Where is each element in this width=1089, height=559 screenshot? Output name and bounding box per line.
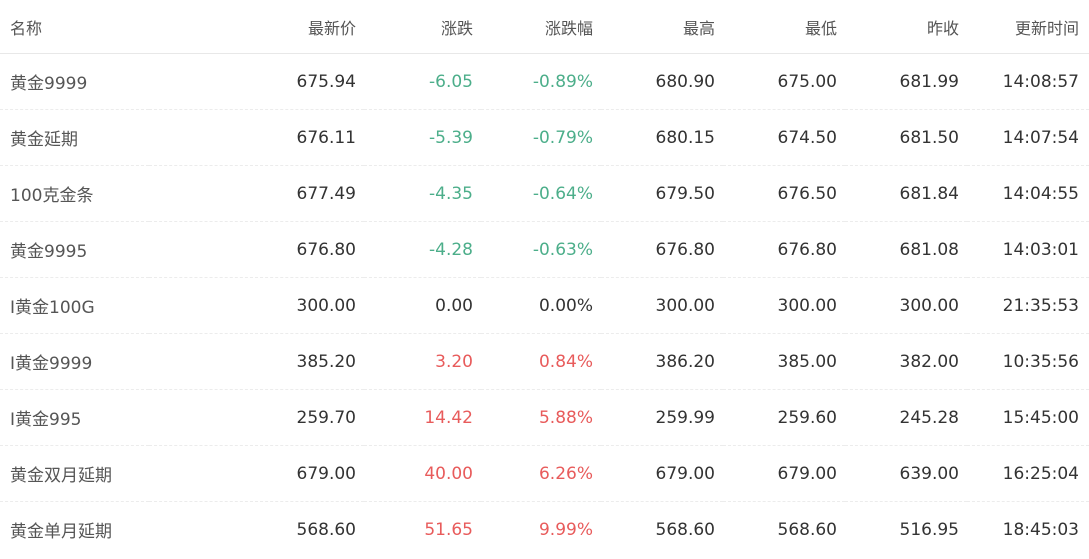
cell-change: 51.65 — [424, 519, 473, 540]
cell-change: -5.39 — [364, 109, 481, 166]
cell-change-pct: -0.79% — [481, 109, 601, 166]
column-header-latest[interactable]: 最新价 — [149, 0, 364, 54]
table-row[interactable]: 黄金单月延期 568.60 51.65 9.99% 568.60 568.60 … — [0, 502, 1089, 558]
column-header-change-pct[interactable]: 涨跌幅 — [481, 0, 601, 54]
cell-high: 259.99 — [601, 389, 723, 446]
cell-latest: 676.11 — [149, 109, 364, 166]
cell-low: 568.60 — [777, 519, 837, 540]
cell-low: 674.50 — [723, 109, 845, 166]
cell-name[interactable]: I黄金9999 — [0, 333, 149, 390]
cell-change: -4.28 — [364, 221, 481, 278]
cell-change-pct: 5.88% — [481, 389, 601, 446]
cell-name[interactable]: 100克金条 — [0, 165, 149, 222]
cell-update-time: 15:45:00 — [967, 389, 1089, 446]
cell-name[interactable]: 黄金单月延期 — [0, 502, 149, 558]
cell-high: 676.80 — [601, 221, 723, 278]
cell-update-time: 16:25:04 — [967, 445, 1089, 502]
cell-change: -4.35 — [364, 165, 481, 222]
cell-low: 676.80 — [723, 221, 845, 278]
cell-latest: 677.49 — [149, 165, 364, 222]
table-row[interactable]: I黄金100G 300.00 0.00 0.00% 300.00 300.00 … — [0, 277, 1089, 334]
cell-high: 386.20 — [601, 333, 723, 390]
cell-prev-close: 300.00 — [845, 277, 967, 334]
cell-latest: 259.70 — [149, 389, 364, 446]
cell-high: 680.90 — [601, 53, 723, 110]
cell-prev-close: 639.00 — [845, 445, 967, 502]
cell-update-time: 14:03:01 — [967, 221, 1089, 278]
column-header-high[interactable]: 最高 — [601, 0, 723, 54]
cell-latest: 300.00 — [149, 277, 364, 334]
cell-low: 385.00 — [723, 333, 845, 390]
cell-prev-close: 681.99 — [845, 53, 967, 110]
cell-change: 14.42 — [364, 389, 481, 446]
cell-update-time: 10:35:56 — [967, 333, 1089, 390]
cell-update-time: 14:08:57 — [967, 53, 1089, 110]
cell-low: 259.60 — [723, 389, 845, 446]
cell-change: 40.00 — [364, 445, 481, 502]
cell-latest: 385.20 — [149, 333, 364, 390]
cell-low: 679.00 — [723, 445, 845, 502]
cell-latest: 568.60 — [296, 519, 356, 540]
cell-name[interactable]: I黄金100G — [0, 277, 149, 334]
cell-high: 680.15 — [601, 109, 723, 166]
cell-prev-close: 245.28 — [845, 389, 967, 446]
table-header: 名称 最新价 涨跌 涨跌幅 最高 最低 昨收 更新时间 — [0, 0, 1089, 54]
cell-high: 568.60 — [655, 519, 715, 540]
column-header-change[interactable]: 涨跌 — [364, 0, 481, 54]
cell-update-time: 14:04:55 — [967, 165, 1089, 222]
cell-low: 300.00 — [723, 277, 845, 334]
cell-prev-close: 681.08 — [845, 221, 967, 278]
cell-prev-close: 516.95 — [899, 519, 959, 540]
cell-prev-close: 681.84 — [845, 165, 967, 222]
cell-change-pct: 6.26% — [481, 445, 601, 502]
cell-update-time: 21:35:53 — [967, 277, 1089, 334]
column-header-prev-close[interactable]: 昨收 — [845, 0, 967, 54]
column-header-update-time[interactable]: 更新时间 — [967, 0, 1089, 54]
table-body: 黄金9999 675.94 -6.05 -0.89% 680.90 675.00… — [0, 53, 1089, 558]
cell-prev-close: 681.50 — [845, 109, 967, 166]
cell-prev-close: 382.00 — [845, 333, 967, 390]
cell-latest: 675.94 — [149, 53, 364, 110]
cell-change-pct: 0.84% — [481, 333, 601, 390]
cell-latest: 676.80 — [149, 221, 364, 278]
cell-change-pct: 0.00% — [481, 277, 601, 334]
cell-name[interactable]: 黄金双月延期 — [0, 445, 149, 502]
cell-high: 679.00 — [601, 445, 723, 502]
cell-high: 300.00 — [601, 277, 723, 334]
cell-change-pct: -0.63% — [481, 221, 601, 278]
column-header-low[interactable]: 最低 — [723, 0, 845, 54]
cell-change: 3.20 — [364, 333, 481, 390]
cell-change-pct: -0.64% — [481, 165, 601, 222]
cell-low: 676.50 — [723, 165, 845, 222]
cell-update-time: 18:45:03 — [1002, 519, 1079, 540]
cell-low: 675.00 — [723, 53, 845, 110]
table-row[interactable]: 黄金延期 676.11 -5.39 -0.79% 680.15 674.50 6… — [0, 109, 1089, 166]
cell-name[interactable]: 黄金9995 — [0, 221, 149, 278]
table-row[interactable]: 黄金双月延期 679.00 40.00 6.26% 679.00 679.00 … — [0, 445, 1089, 502]
table-row[interactable]: 黄金9999 675.94 -6.05 -0.89% 680.90 675.00… — [0, 53, 1089, 110]
header-row: 名称 最新价 涨跌 涨跌幅 最高 最低 昨收 更新时间 — [0, 0, 1089, 54]
gold-quote-table: 名称 最新价 涨跌 涨跌幅 最高 最低 昨收 更新时间 黄金9999 675.9… — [0, 0, 1089, 557]
cell-high: 679.50 — [601, 165, 723, 222]
table-row[interactable]: 100克金条 677.49 -4.35 -0.64% 679.50 676.50… — [0, 165, 1089, 222]
cell-name[interactable]: 黄金延期 — [0, 109, 149, 166]
cell-change: 0.00 — [364, 277, 481, 334]
table-row[interactable]: I黄金995 259.70 14.42 5.88% 259.99 259.60 … — [0, 389, 1089, 446]
table-row[interactable]: 黄金9995 676.80 -4.28 -0.63% 676.80 676.80… — [0, 221, 1089, 278]
table-row[interactable]: I黄金9999 385.20 3.20 0.84% 386.20 385.00 … — [0, 333, 1089, 390]
cell-latest: 679.00 — [149, 445, 364, 502]
cell-change-pct: 9.99% — [538, 519, 593, 540]
cell-update-time: 14:07:54 — [967, 109, 1089, 166]
column-header-name[interactable]: 名称 — [0, 0, 149, 54]
cell-change: -6.05 — [364, 53, 481, 110]
cell-name[interactable]: 黄金9999 — [0, 53, 149, 110]
cell-change-pct: -0.89% — [481, 53, 601, 110]
cell-name[interactable]: I黄金995 — [0, 389, 149, 446]
